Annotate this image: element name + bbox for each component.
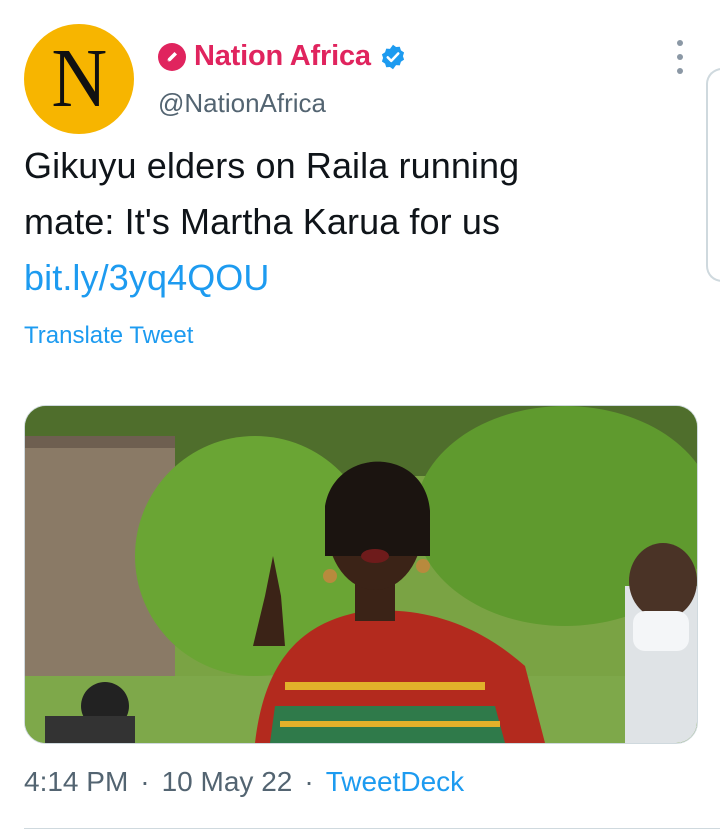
- divider: [24, 828, 720, 829]
- more-dot: [677, 68, 683, 74]
- meta-separator: ·: [140, 766, 150, 797]
- author-name-row[interactable]: Nation Africa: [158, 40, 407, 73]
- display-name[interactable]: Nation Africa: [194, 40, 371, 73]
- organization-pen-icon: [158, 42, 186, 71]
- more-dot: [677, 40, 683, 46]
- tweet-time[interactable]: 4:14 PM: [24, 766, 128, 798]
- verified-check-icon: [381, 44, 404, 69]
- tweet-date[interactable]: 10 May 22: [162, 766, 293, 798]
- tweet-link[interactable]: bit.ly/3yq4QOU: [24, 250, 674, 306]
- avatar[interactable]: N: [24, 24, 134, 134]
- author-handle[interactable]: @NationAfrica: [158, 88, 326, 119]
- more-options-icon[interactable]: [668, 40, 692, 74]
- meta-separator: ·: [304, 766, 314, 797]
- more-dot: [677, 54, 683, 60]
- tweet-meta: 4:14 PM · 10 May 22 · TweetDeck: [24, 766, 464, 798]
- tweet-text: Gikuyu elders on Raila running mate: It'…: [24, 138, 674, 306]
- tweet-text-line: Gikuyu elders on Raila running: [24, 145, 520, 186]
- tweet-text-line: mate: It's Martha Karua for us: [24, 201, 501, 242]
- tweet-card[interactable]: N Nation Africa @NationAfrica Gikuyu eld…: [0, 0, 720, 835]
- side-panel-edge: [706, 68, 720, 282]
- tweet-photo[interactable]: [24, 405, 698, 744]
- avatar-letter: N: [51, 32, 107, 125]
- tweet-source-link[interactable]: TweetDeck: [326, 766, 465, 798]
- translate-tweet-link[interactable]: Translate Tweet: [24, 322, 193, 350]
